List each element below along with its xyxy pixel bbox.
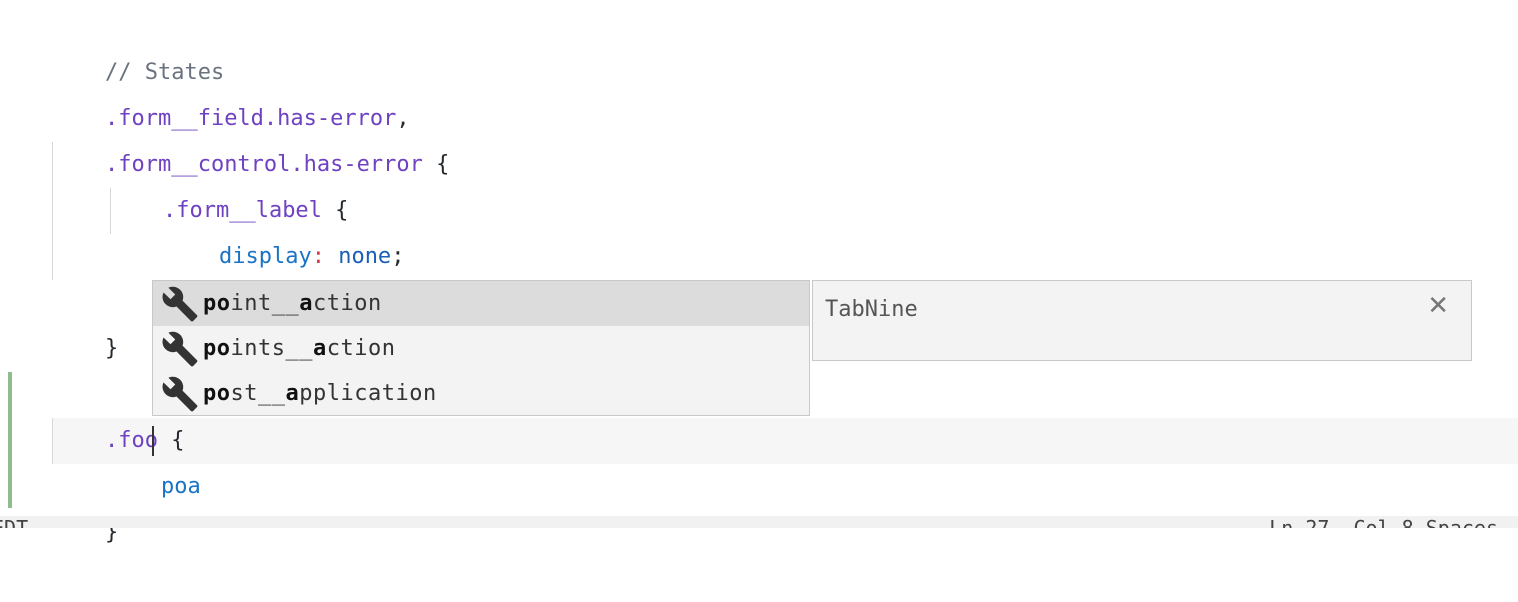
property: display: [218, 244, 312, 269]
current-line-highlight: [52, 418, 1518, 464]
typed-text: poa: [160, 474, 201, 499]
git-added-marker: [8, 372, 12, 508]
code-line-7: }: [52, 280, 118, 361]
code-line-5: display: none;: [166, 188, 404, 269]
brace: }: [104, 336, 119, 361]
code-line-2: .form__field.has-error,: [52, 50, 410, 131]
text-caret: [152, 426, 154, 456]
code-line-4: .form__label {: [110, 142, 348, 223]
close-icon[interactable]: ✕: [1427, 291, 1449, 321]
suggestion-source: TabNine: [825, 297, 918, 322]
status-position: Ln 27, Col 8 Spaces: [1269, 516, 1498, 528]
autocomplete-item[interactable]: post__application: [153, 371, 809, 416]
wrench-icon: [159, 373, 201, 415]
value: none: [324, 244, 392, 269]
status-encoding: EDT: [0, 516, 29, 528]
autocomplete-list[interactable]: point__action points__action post__appli…: [152, 280, 810, 416]
code-editor[interactable]: // States .form__field.has-error, .form_…: [0, 0, 1518, 545]
autocomplete-item-label: points__action: [203, 336, 396, 361]
wrench-icon: [159, 328, 201, 370]
autocomplete-item[interactable]: points__action: [153, 326, 809, 371]
semicolon: ;: [391, 244, 405, 269]
brace: {: [422, 152, 450, 177]
code-line-9: poa: [108, 418, 201, 499]
autocomplete-item-label: point__action: [203, 291, 382, 316]
code-line-10: }: [52, 464, 118, 545]
autocomplete-item-label: post__application: [203, 381, 437, 406]
code-line-3: .form__control.has-error {: [52, 96, 449, 177]
colon: :: [311, 244, 325, 269]
code-line-1: // States: [52, 4, 224, 85]
suggestion-details-panel: TabNine ✕: [812, 280, 1472, 361]
wrench-icon: [159, 283, 201, 325]
autocomplete-item[interactable]: point__action: [153, 281, 809, 326]
code-line-6: }: [110, 234, 176, 315]
status-bar: EDT Ln 27, Col 8 Spaces: [0, 516, 1518, 528]
